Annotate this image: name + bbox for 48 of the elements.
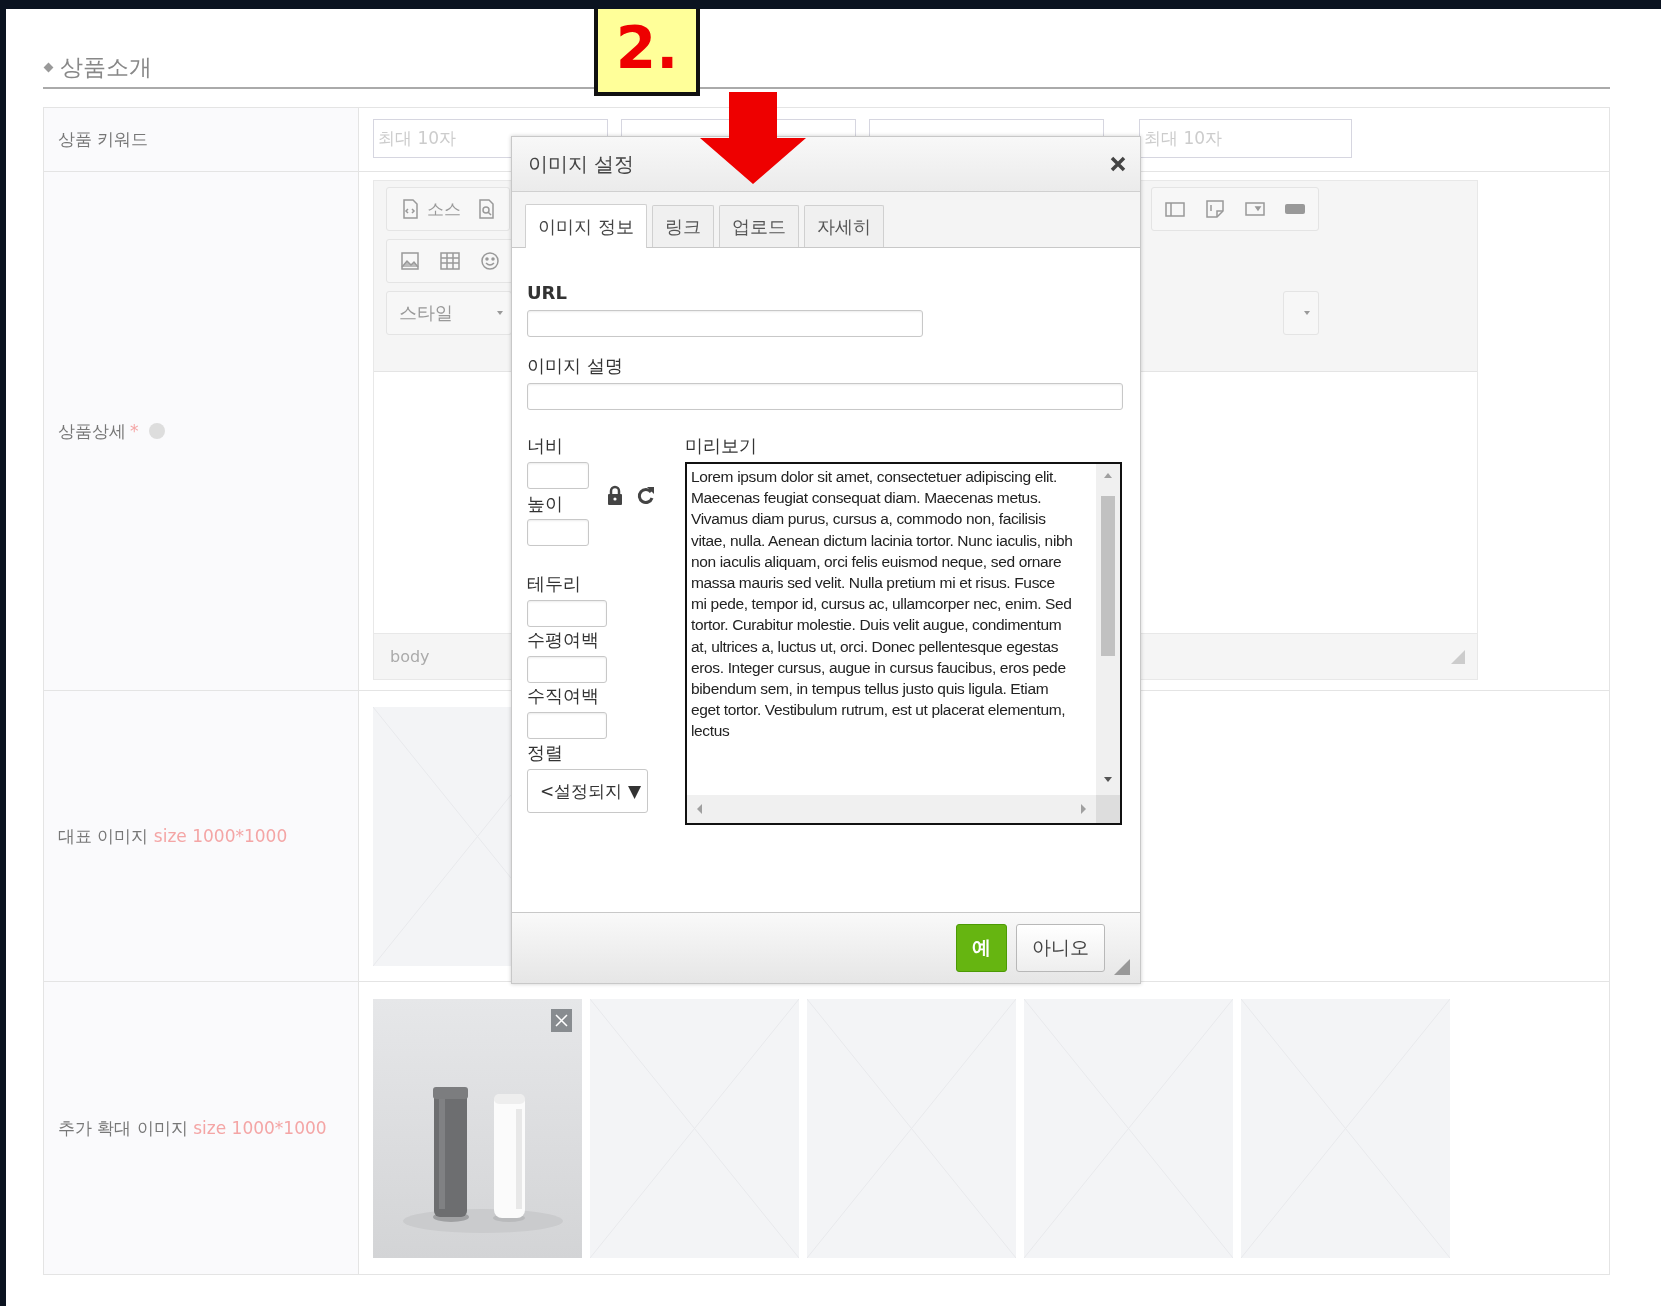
arrow-icon bbox=[700, 92, 806, 184]
field-label: 미리보기 bbox=[685, 435, 758, 457]
field-label: 너비 bbox=[527, 435, 564, 457]
field-label: 상품상세 bbox=[58, 419, 126, 443]
tab[interactable]: 링크 bbox=[651, 205, 714, 247]
smiley-icon[interactable] bbox=[479, 250, 501, 272]
close-icon[interactable] bbox=[1110, 156, 1126, 172]
field-label: 정렬 bbox=[527, 742, 564, 764]
format-dropdown[interactable] bbox=[1283, 291, 1319, 335]
field-label: 수평여백 bbox=[527, 629, 600, 651]
cancel-button[interactable]: 아니오 bbox=[1016, 924, 1105, 972]
align-dropdown[interactable]: <설정되지 ▼ bbox=[527, 769, 648, 813]
field-label: 이미지 설명 bbox=[527, 355, 624, 377]
resize-grip-icon[interactable] bbox=[1451, 649, 1465, 664]
field-label: 추가 확대 이미지 size 1000*1000 bbox=[58, 1116, 327, 1140]
field-label: 높이 bbox=[527, 493, 564, 515]
vertical-scrollbar[interactable] bbox=[1096, 464, 1120, 795]
help-icon[interactable] bbox=[148, 423, 165, 439]
resize-grip-icon[interactable] bbox=[1114, 959, 1130, 975]
field-label: 대표 이미지 size 1000*1000 bbox=[58, 824, 288, 848]
field-label: 테두리 bbox=[527, 573, 582, 595]
horizontal-space-field[interactable] bbox=[527, 656, 607, 683]
lock-icon[interactable] bbox=[607, 485, 623, 506]
bullet-icon bbox=[43, 62, 54, 72]
tab[interactable]: 자세히 bbox=[803, 205, 884, 247]
tab[interactable]: 이미지 정보 bbox=[525, 204, 647, 248]
height-field[interactable] bbox=[527, 519, 589, 546]
image-icon[interactable] bbox=[399, 250, 421, 272]
field-label: 상품 키워드 bbox=[58, 128, 149, 151]
width-field[interactable] bbox=[527, 462, 589, 489]
step-label: 2. bbox=[594, 9, 700, 96]
scrollbar-corner bbox=[1096, 795, 1120, 823]
description-field[interactable] bbox=[527, 383, 1123, 410]
field-label: 수직여백 bbox=[527, 685, 600, 707]
delete-button[interactable] bbox=[551, 1009, 572, 1032]
tab[interactable]: 업로드 bbox=[718, 205, 799, 247]
refresh-icon[interactable] bbox=[637, 485, 655, 506]
section-title: 상품소개 bbox=[60, 52, 152, 82]
url-field[interactable] bbox=[527, 310, 923, 337]
vertical-space-field[interactable] bbox=[527, 712, 607, 739]
border-field[interactable] bbox=[527, 600, 607, 627]
required-mark: * bbox=[130, 421, 139, 441]
table-icon[interactable] bbox=[439, 250, 461, 272]
element-path: body bbox=[390, 647, 430, 666]
field-label: URL bbox=[527, 282, 568, 304]
preview-text: Lorem ipsum dolor sit amet, consectetuer adipiscing elit. Maecenas feugiat consequat diam. Maecenas metus. Vivamus diam purus, cursus a, commodo non, facilisis vitae, nulla. Aenean dictum lacinia tortor. Nunc iaculis, nibh non iaculis aliquam, orci felis euismod neque, sed ornare massa mauris sed velit. Nulla pretium mi et risus. Fusce mi pede, tempor id, cursus ac, ullamcorper nec, enim. Sed tortor. Curabitur molestie. Duis velit augue, condimentum at, ultrices a, luctus ut, orci. Donec pellentesque egestas eros. Integer cursus, augue in cursus faucibus, eros pede bibendum sem, in tempus tellus justo quis ligula. Etiam eget tortor. Vestibulum rutrum, est ut placerat elementum, lectus bbox=[691, 467, 1073, 742]
horizontal-scrollbar[interactable] bbox=[687, 795, 1096, 823]
note-icon[interactable] bbox=[1204, 198, 1226, 220]
